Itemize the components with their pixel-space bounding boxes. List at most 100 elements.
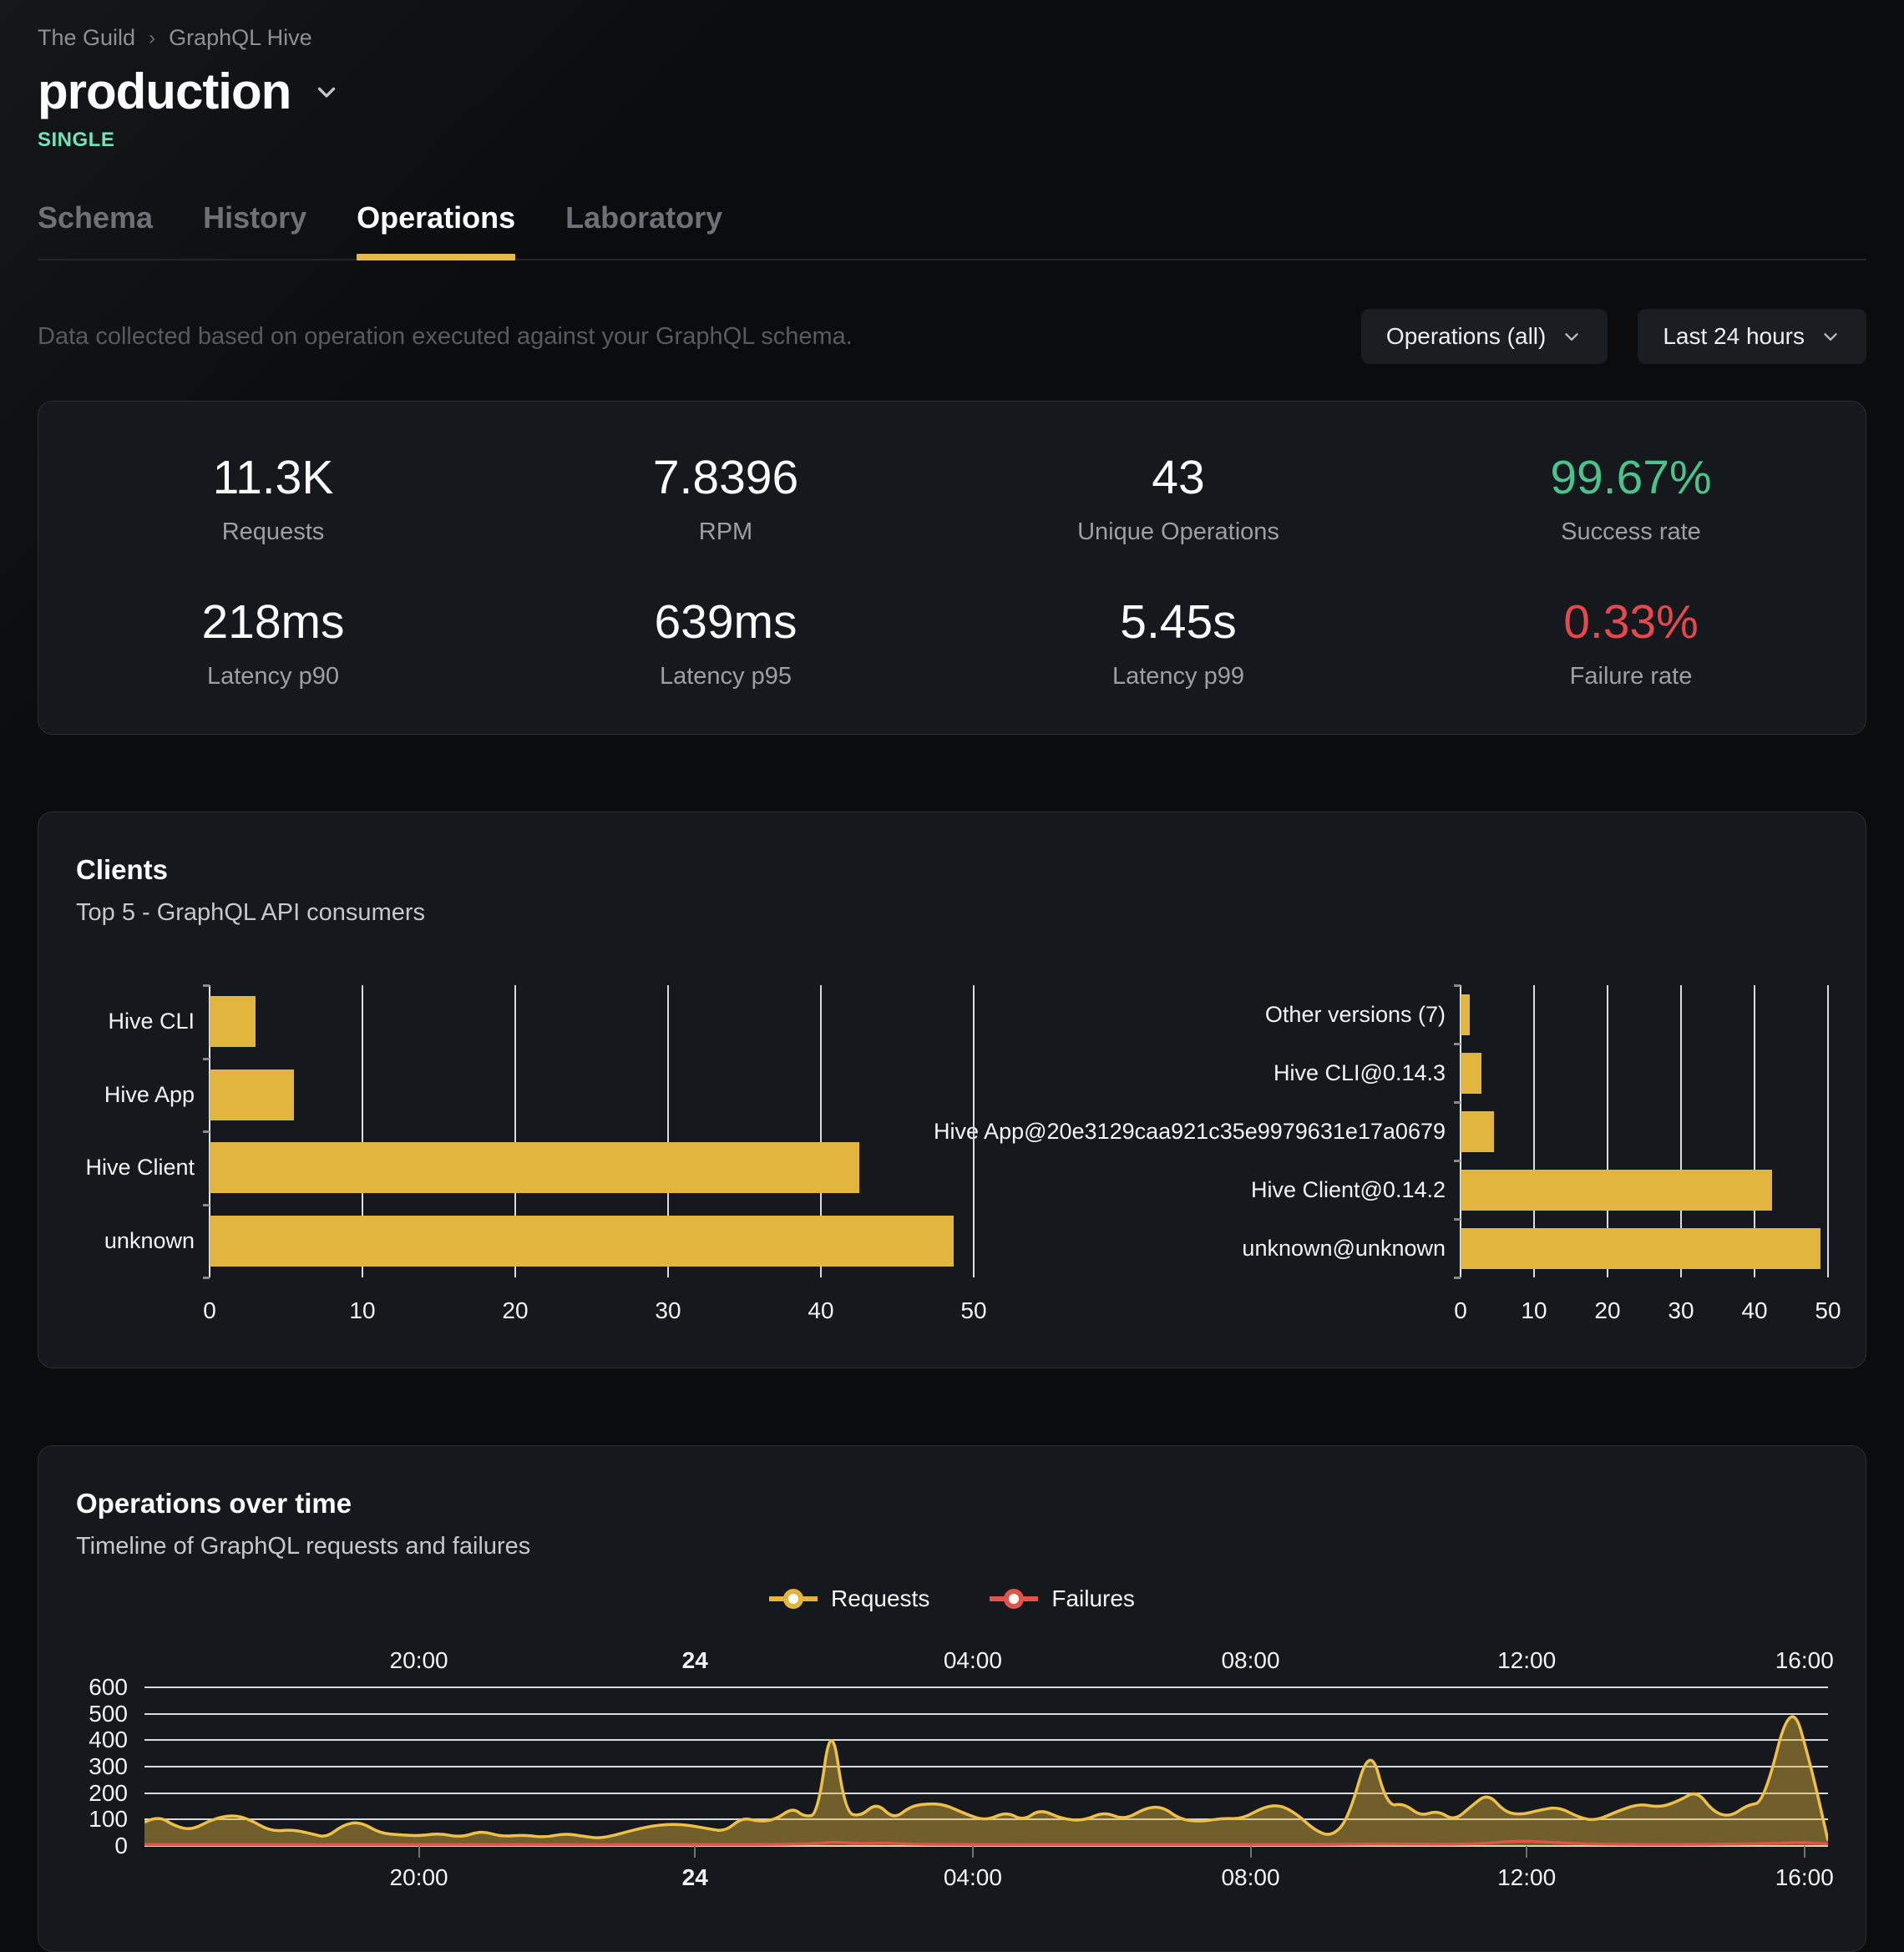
bar-rows xyxy=(210,985,974,1277)
clients-card: Clients Top 5 - GraphQL API consumers Hi… xyxy=(38,812,1866,1368)
breadcrumb-separator-icon: › xyxy=(149,27,155,50)
target-selector-chevron-down-icon[interactable] xyxy=(312,78,341,106)
bar-chart-labels: Hive CLIHive AppHive Clientunknown xyxy=(76,985,210,1277)
stat-label: Unique Operations xyxy=(952,518,1405,546)
bar-row xyxy=(1461,1102,1828,1161)
bar-chart-body: Other versions (7)Hive CLI@0.14.3Hive Ap… xyxy=(985,985,1828,1277)
bar-row xyxy=(1461,1219,1828,1277)
stat-value: 99.67% xyxy=(1405,450,1857,505)
x-tick-label: 30 xyxy=(1668,1297,1694,1324)
y-tick-label: 0 xyxy=(114,1833,128,1859)
bar xyxy=(210,1216,954,1267)
stat-latency-p90: 218ms Latency p90 xyxy=(47,594,499,690)
breadcrumb: The Guild › GraphQL Hive xyxy=(38,0,1866,51)
stat-rpm: 7.8396 RPM xyxy=(499,450,952,546)
stat-value: 0.33% xyxy=(1405,594,1857,650)
clients-charts: Hive CLIHive AppHive Clientunknown010203… xyxy=(76,985,1828,1333)
legend-item[interactable]: Failures xyxy=(990,1585,1135,1612)
x-tick-label: 04:00 xyxy=(944,1647,1002,1674)
axis-tick xyxy=(1526,1846,1527,1858)
axis-tick xyxy=(694,1846,696,1858)
bar xyxy=(1461,994,1470,1035)
x-tick-label: 50 xyxy=(1815,1297,1841,1324)
bar-row xyxy=(210,1059,974,1132)
axis-tick xyxy=(203,1058,210,1060)
bar-row xyxy=(210,985,974,1059)
period-filter-dropdown[interactable]: Last 24 hours xyxy=(1638,309,1866,364)
axis-tick xyxy=(203,1277,210,1279)
axis-tick xyxy=(1804,1846,1805,1858)
x-tick-label: 20:00 xyxy=(390,1647,448,1674)
x-tick-label: 10 xyxy=(1521,1297,1547,1324)
timeline-bottom-axis: 20:002404:0008:0012:0016:00 xyxy=(144,1864,1828,1899)
bar-row xyxy=(1461,985,1828,1044)
bar-category-label: Other versions (7) xyxy=(985,985,1461,1044)
clients-card-subtitle: Top 5 - GraphQL API consumers xyxy=(76,899,1828,927)
tab-history[interactable]: History xyxy=(203,200,306,259)
operations-filter-dropdown[interactable]: Operations (all) xyxy=(1361,309,1608,364)
bar-chart-x-axis: 01020304050 xyxy=(210,1291,974,1333)
operations-card-subtitle: Timeline of GraphQL requests and failure… xyxy=(76,1533,1828,1560)
timeline-plot xyxy=(144,1687,1828,1846)
axis-tick xyxy=(418,1846,420,1858)
x-tick-label: 12:00 xyxy=(1497,1647,1556,1674)
stat-latency-p99: 5.45s Latency p99 xyxy=(952,594,1405,690)
bar xyxy=(210,1070,294,1120)
bar-row xyxy=(1461,1161,1828,1219)
bar-row xyxy=(210,1131,974,1205)
x-tick-label: 16:00 xyxy=(1775,1647,1834,1674)
bar-chart-labels: Other versions (7)Hive CLI@0.14.3Hive Ap… xyxy=(985,985,1461,1277)
bar xyxy=(1461,1228,1820,1269)
legend-label: Failures xyxy=(1051,1585,1135,1612)
chevron-down-icon xyxy=(1561,326,1582,347)
tab-schema[interactable]: Schema xyxy=(38,200,153,259)
axis-tick xyxy=(1454,1277,1461,1279)
stat-success-rate: 99.67% Success rate xyxy=(1405,450,1857,546)
bar-chart-plot xyxy=(1461,985,1828,1277)
axis-tick xyxy=(1454,1043,1461,1045)
x-tick-label: 50 xyxy=(960,1297,986,1324)
stat-unique-operations: 43 Unique Operations xyxy=(952,450,1405,546)
operations-filter-value: Operations (all) xyxy=(1386,323,1546,350)
timeline-main: 6005004003002001000 xyxy=(76,1687,1828,1846)
y-tick-label: 600 xyxy=(89,1674,128,1701)
tab-laboratory[interactable]: Laboratory xyxy=(565,200,722,259)
bar-row xyxy=(210,1205,974,1278)
stat-failure-rate: 0.33% Failure rate xyxy=(1405,594,1857,690)
axis-tick xyxy=(1454,1218,1461,1221)
bar-chart-body: Hive CLIHive AppHive Clientunknown xyxy=(76,985,974,1277)
stat-requests: 11.3K Requests xyxy=(47,450,499,546)
stat-value: 43 xyxy=(952,450,1405,505)
breadcrumb-org-link[interactable]: The Guild xyxy=(38,25,135,51)
axis-tick xyxy=(1250,1846,1252,1858)
axis-tick xyxy=(1454,1101,1461,1104)
stats-card: 11.3K Requests 7.8396 RPM 43 Unique Oper… xyxy=(38,401,1866,735)
toolbar-description: Data collected based on operation execut… xyxy=(38,323,853,351)
stat-label: RPM xyxy=(499,518,952,546)
target-row: production xyxy=(38,63,1866,120)
x-tick-label: 24 xyxy=(682,1647,708,1674)
bar xyxy=(1461,1111,1494,1152)
legend-item[interactable]: Requests xyxy=(769,1585,929,1612)
x-tick-label: 40 xyxy=(1741,1297,1767,1324)
bar-category-label: Hive App xyxy=(76,1059,210,1132)
period-filter-value: Last 24 hours xyxy=(1663,323,1805,350)
breadcrumb-project-link[interactable]: GraphQL Hive xyxy=(169,25,312,51)
bar-category-label: Hive Client xyxy=(76,1131,210,1205)
stat-value: 639ms xyxy=(499,594,952,650)
clients-card-title: Clients xyxy=(76,854,1828,886)
bar-row xyxy=(1461,1044,1828,1102)
bar-category-label: Hive CLI xyxy=(76,985,210,1059)
operations-timeline-chart: 20:002404:0008:0012:0016:006005004003002… xyxy=(76,1647,1828,1899)
bar-category-label: Hive CLI@0.14.3 xyxy=(985,1044,1461,1102)
bar-rows xyxy=(1461,985,1828,1277)
clients-by-version-bar-chart: Other versions (7)Hive CLI@0.14.3Hive Ap… xyxy=(985,985,1828,1333)
timeline-y-axis: 6005004003002001000 xyxy=(76,1687,144,1846)
tab-operations[interactable]: Operations xyxy=(357,200,515,259)
bar-category-label: Hive App@20e3129caa921c35e9979631e17a067… xyxy=(985,1102,1461,1161)
bar-chart-x-axis: 01020304050 xyxy=(1461,1291,1828,1333)
toolbar-controls: Operations (all) Last 24 hours xyxy=(1361,309,1866,364)
y-tick-label: 100 xyxy=(89,1806,128,1833)
axis-tick xyxy=(203,1130,210,1133)
x-tick-label: 0 xyxy=(203,1297,216,1324)
